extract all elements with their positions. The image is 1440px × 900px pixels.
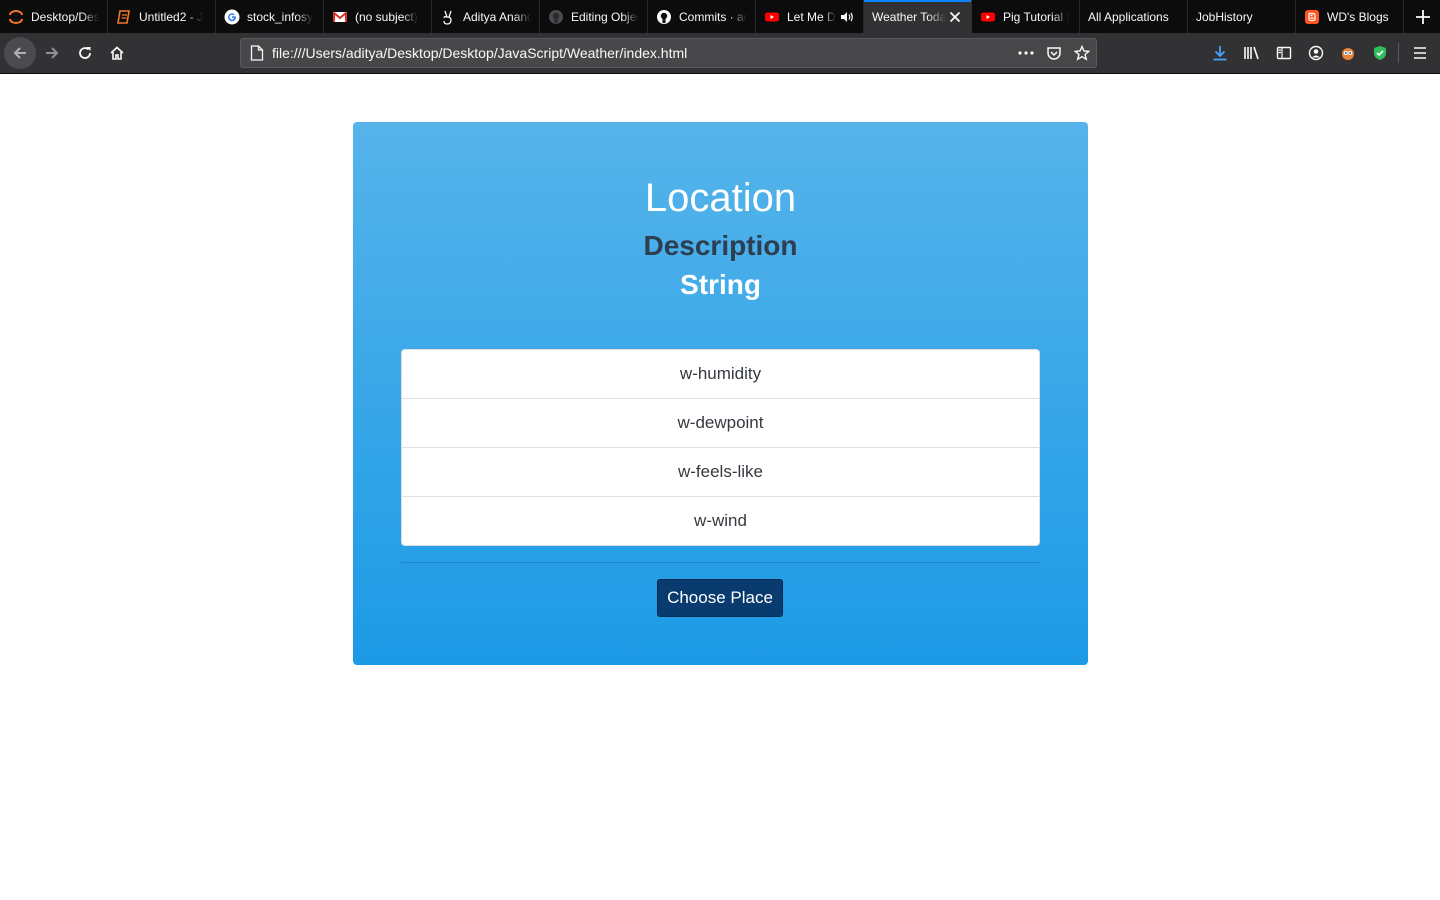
forward-button[interactable] [36,37,68,69]
jupyter-icon [8,9,24,25]
tab-label: Commits · ac [679,9,747,24]
blogger-icon [1304,9,1320,25]
extension-icon[interactable] [1336,41,1360,65]
divider [401,562,1040,563]
tab-pig-tutorial[interactable]: Pig Tutorial | [972,0,1080,33]
tab-stock-infosys[interactable]: stock_infosy [216,0,324,33]
tab-label: Untitled2 - J [139,9,204,24]
library-icon[interactable] [1240,41,1264,65]
description-text: Description [643,230,798,261]
tab-commits[interactable]: Commits · ac [648,0,756,33]
youtube-icon [764,9,780,25]
tab-editing-object[interactable]: Editing Objec [540,0,648,33]
tab-weather-today[interactable]: Weather Toda [864,0,972,33]
dewpoint-item: w-dewpoint [402,399,1039,448]
tab-jobhistory[interactable]: JobHistory [1188,0,1296,33]
tab-wd-blogs[interactable]: WD's Blogs [1296,0,1404,33]
page-icon[interactable] [242,39,272,67]
account-icon[interactable] [1304,41,1328,65]
tab-label: WD's Blogs [1327,9,1389,24]
github-icon [656,9,672,25]
toolbar-separator [1398,43,1399,63]
new-tab-button[interactable] [1406,0,1440,33]
tab-label: Weather Toda [872,9,947,24]
humidity-item: w-humidity [402,350,1039,399]
google-icon [224,9,240,25]
weather-details-list: w-humidity w-dewpoint w-feels-like w-win… [401,349,1040,546]
tab-label: All Applications [1088,9,1169,24]
tab-label: Desktop/Des [31,9,99,24]
tab-label: Aditya Anand [463,9,531,24]
page-actions-icon[interactable] [1012,39,1040,67]
tab-label: JobHistory [1196,9,1253,24]
speaker-icon[interactable] [840,10,854,24]
tab-label: Pig Tutorial | [1003,9,1070,24]
tab-jupyter[interactable]: Desktop/Des [0,0,108,33]
close-tab-icon[interactable] [947,9,963,25]
shield-icon[interactable] [1368,41,1392,65]
pocket-icon[interactable] [1040,39,1068,67]
tab-label: Let Me D [787,9,836,24]
choose-place-button[interactable]: Choose Place [657,579,783,617]
hamburger-menu-icon[interactable] [1408,41,1432,65]
downloads-icon[interactable] [1208,41,1232,65]
notebook-icon [116,9,132,25]
tab-label: stock_infosy [247,9,314,24]
tab-label: (no subject) [355,9,418,24]
youtube-icon [980,9,996,25]
address-bar[interactable]: file:///Users/aditya/Desktop/Desktop/Jav… [240,38,1097,68]
bookmark-star-icon[interactable] [1068,39,1096,67]
angellist-icon [440,9,456,25]
location-heading: Location [644,176,797,220]
github-icon [548,9,564,25]
tab-strip: Desktop/Des Untitled2 - J stock_infosy (… [0,0,1440,33]
temperature-string: String [680,269,761,300]
gmail-icon [332,9,348,25]
home-button[interactable] [101,37,133,69]
tab-all-applications[interactable]: All Applications [1080,0,1188,33]
reload-button[interactable] [69,37,101,69]
back-button[interactable] [4,37,36,69]
tab-aditya-anand[interactable]: Aditya Anand [432,0,540,33]
sidebar-icon[interactable] [1272,41,1296,65]
tab-label: Editing Objec [571,9,639,24]
tab-let-me-down[interactable]: Let Me D [756,0,864,33]
tab-untitled2[interactable]: Untitled2 - J [108,0,216,33]
url-text[interactable]: file:///Users/aditya/Desktop/Desktop/Jav… [272,45,1012,61]
tab-gmail[interactable]: (no subject) [324,0,432,33]
weather-card: Location Description String w-humidity w… [353,122,1088,665]
navigation-toolbar: file:///Users/aditya/Desktop/Desktop/Jav… [0,33,1440,74]
wind-item: w-wind [694,511,747,530]
feels-like-item: w-feels-like [402,448,1039,497]
